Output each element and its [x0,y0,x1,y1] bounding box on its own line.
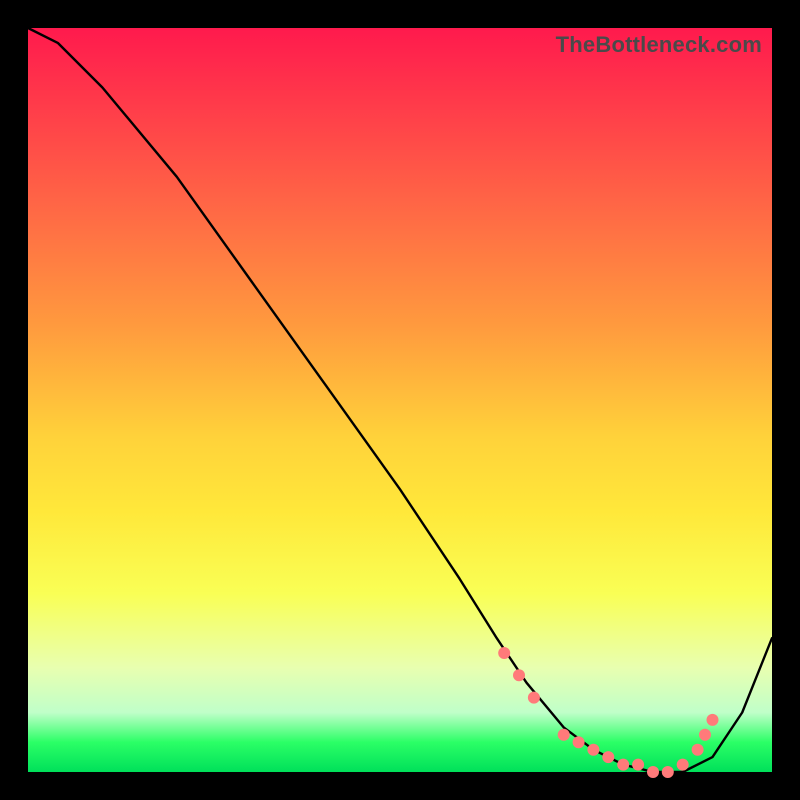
threshold-dot [647,766,659,778]
threshold-dot [513,669,525,681]
threshold-dot [692,744,704,756]
threshold-dot [662,766,674,778]
threshold-dot [602,751,614,763]
threshold-dot [528,692,540,704]
threshold-dot [677,759,689,771]
bottleneck-curve [28,28,772,772]
threshold-dot [498,647,510,659]
curve-path [28,28,772,772]
plot-area: TheBottleneck.com [28,28,772,772]
threshold-dot [699,729,711,741]
threshold-dots [498,647,718,778]
threshold-dot [573,736,585,748]
threshold-dot [587,744,599,756]
threshold-dot [632,759,644,771]
threshold-dot [707,714,719,726]
chart-frame: TheBottleneck.com [0,0,800,800]
threshold-dot [558,729,570,741]
threshold-dot [617,759,629,771]
